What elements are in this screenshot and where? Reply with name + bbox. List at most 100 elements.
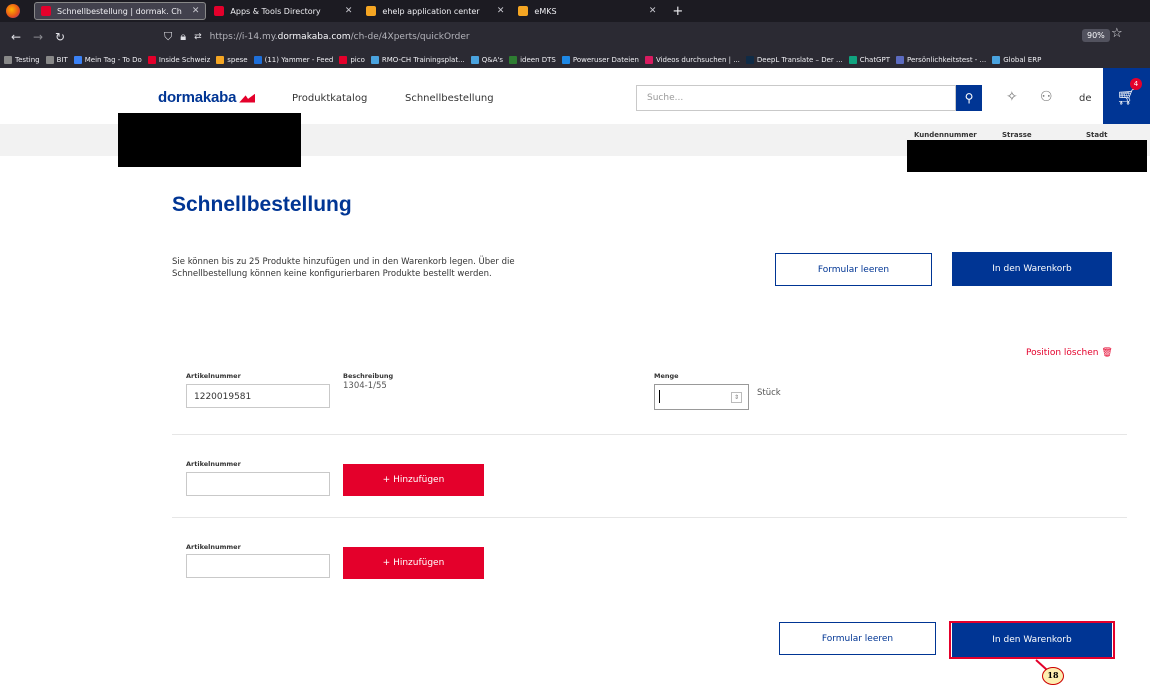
- bookmark-item[interactable]: Testing: [4, 56, 40, 64]
- dormakaba-favicon-icon: [41, 6, 51, 16]
- bookmark-item[interactable]: Videos durchsuchen | ...: [644, 56, 740, 64]
- url-path: /ch-de/4Xperts/quickOrder: [350, 32, 470, 42]
- redacted-area: [118, 113, 301, 167]
- tab-label: ehelp application center: [382, 6, 480, 16]
- bookmark-star-icon[interactable]: ☆: [1111, 26, 1123, 41]
- annotation-highlight: [949, 621, 1115, 659]
- bookmark-label: DeepL Translate – Der ...: [756, 56, 843, 64]
- article-number-label: Artikelnummer: [186, 372, 241, 380]
- tab-schnellbestellung[interactable]: Schnellbestellung | dormak. Ch ✕: [34, 2, 207, 20]
- bookmark-item[interactable]: Global ERP: [992, 56, 1041, 64]
- clear-form-button[interactable]: Formular leeren: [775, 253, 932, 286]
- language-selector[interactable]: de: [1079, 93, 1092, 104]
- close-icon[interactable]: ✕: [649, 6, 657, 16]
- folder-icon: [45, 56, 54, 64]
- search-button[interactable]: ⚲: [956, 85, 982, 111]
- bookmark-item[interactable]: RMO-CH Trainingsplat...: [370, 56, 465, 64]
- clear-form-button-bottom[interactable]: Formular leeren: [779, 622, 936, 655]
- browser-nav-bar: ← → ↻ ⛉ 🔒︎ ⇄ https://i-14.my. dormakaba.c…: [0, 22, 1150, 52]
- close-icon[interactable]: ✕: [192, 6, 200, 16]
- forward-arrow-icon[interactable]: →: [32, 30, 44, 44]
- bookmark-favicon-icon: [644, 56, 653, 64]
- tab-emks[interactable]: eMKS ✕: [512, 2, 662, 20]
- browser-tab-bar: Schnellbestellung | dormak. Ch ✕ Apps & …: [0, 0, 1150, 22]
- bookmark-item[interactable]: (11) Yammer - Feed: [253, 56, 333, 64]
- annotation-step-badge: 18: [1042, 667, 1064, 685]
- bookmark-item[interactable]: Q&A's: [470, 56, 504, 64]
- bookmark-favicon-icon: [992, 56, 1001, 64]
- text-cursor: [659, 390, 660, 403]
- back-arrow-icon[interactable]: ←: [10, 30, 22, 44]
- cart-count-badge: 4: [1130, 78, 1142, 90]
- nav-produktkatalog[interactable]: Produktkatalog: [292, 93, 367, 104]
- new-tab-plus-icon[interactable]: +: [672, 4, 683, 19]
- bookmark-favicon-icon: [470, 56, 479, 64]
- tab-ehelp[interactable]: ehelp application center ✕: [360, 2, 510, 20]
- bookmark-item[interactable]: Poweruser Dateien: [561, 56, 639, 64]
- add-to-cart-button[interactable]: In den Warenkorb: [952, 252, 1112, 286]
- row-divider: [172, 517, 1127, 518]
- close-icon[interactable]: ✕: [497, 6, 505, 16]
- bookmark-item[interactable]: ideen DTS: [509, 56, 556, 64]
- trash-icon: 🗑︎: [1101, 348, 1113, 358]
- reload-icon[interactable]: ↻: [54, 30, 66, 44]
- bookmark-favicon-icon: [895, 56, 904, 64]
- article-number-label: Artikelnummer: [186, 543, 241, 551]
- search-input[interactable]: Suche...: [636, 85, 956, 111]
- bookmark-item[interactable]: Persönlichkeitstest - ...: [895, 56, 986, 64]
- article-number-input[interactable]: [186, 554, 330, 578]
- firefox-icon: [6, 4, 20, 18]
- folder-icon: [4, 56, 12, 64]
- description-label: Beschreibung: [343, 372, 394, 380]
- bookmark-label: Testing: [15, 56, 40, 64]
- article-number-input[interactable]: 1220019581: [186, 384, 330, 408]
- bookmark-item[interactable]: DeepL Translate – Der ...: [745, 56, 843, 64]
- add-item-button[interactable]: + Hinzufügen: [343, 464, 484, 496]
- logo-mark-icon: [239, 93, 256, 103]
- emks-favicon-icon: [518, 6, 529, 16]
- bookmark-label: ChatGPT: [859, 56, 890, 64]
- bookmark-item[interactable]: pico: [339, 56, 365, 64]
- bookmark-favicon-icon: [848, 56, 857, 64]
- redacted-area: [907, 140, 1147, 172]
- close-icon[interactable]: ✕: [345, 6, 353, 16]
- permissions-icon[interactable]: ⇄: [194, 32, 202, 42]
- address-bar[interactable]: ⛉ 🔒︎ ⇄ https://i-14.my. dormakaba.com/ch-…: [164, 26, 1104, 48]
- bookmark-item[interactable]: ChatGPT: [848, 56, 890, 64]
- bookmark-label: Q&A's: [481, 56, 504, 64]
- quantity-stepper[interactable]: ⇕: [654, 384, 749, 410]
- bookmark-favicon-icon: [370, 56, 379, 64]
- logo-text: dormakaba: [158, 89, 237, 106]
- bookmark-item[interactable]: Inside Schweiz: [147, 56, 210, 64]
- zoom-level-badge[interactable]: 90%: [1082, 29, 1110, 42]
- pin-icon[interactable]: ✧: [1006, 89, 1018, 105]
- delete-position-link[interactable]: Position löschen 🗑︎: [1026, 348, 1113, 358]
- cart-button[interactable]: 🛒︎: [1103, 68, 1150, 124]
- bookmark-favicon-icon: [216, 56, 225, 64]
- tab-apps-tools[interactable]: Apps & Tools Directory ✕: [208, 2, 358, 20]
- bookmark-label: pico: [350, 56, 365, 64]
- dormakaba-logo[interactable]: dormakaba: [158, 89, 256, 106]
- bookmarks-bar: Testing BIT Mein Tag - To Do Inside Schweiz…: [0, 52, 1150, 68]
- lock-icon[interactable]: 🔒︎: [180, 30, 186, 44]
- page-title: Schnellbestellung: [172, 193, 352, 216]
- dormakaba-favicon-icon: [214, 6, 225, 16]
- intro-text: Sie können bis zu 25 Produkte hinzufügen…: [172, 257, 515, 279]
- bookmark-label: BIT: [56, 56, 68, 64]
- search-icon: ⚲: [964, 91, 974, 105]
- customer-number-header: Kundennummer: [914, 131, 977, 139]
- bookmark-label: Global ERP: [1003, 56, 1042, 64]
- shield-icon[interactable]: ⛉: [164, 30, 172, 44]
- bookmark-label: RMO-CH Trainingsplat...: [381, 56, 465, 64]
- add-item-button[interactable]: + Hinzufügen: [343, 547, 484, 579]
- bookmark-favicon-icon: [147, 56, 156, 64]
- bookmark-item[interactable]: spese: [216, 56, 248, 64]
- bookmark-label: Mein Tag - To Do: [84, 56, 142, 64]
- spinner-arrows-icon[interactable]: ⇕: [731, 392, 742, 403]
- bookmark-item[interactable]: Mein Tag - To Do: [73, 56, 142, 64]
- nav-schnellbestellung[interactable]: Schnellbestellung: [405, 93, 494, 104]
- bookmark-item[interactable]: BIT: [45, 56, 68, 64]
- user-icon[interactable]: ⚇: [1040, 89, 1053, 105]
- article-number-input[interactable]: [186, 472, 330, 496]
- unit-label: Stück: [757, 388, 781, 398]
